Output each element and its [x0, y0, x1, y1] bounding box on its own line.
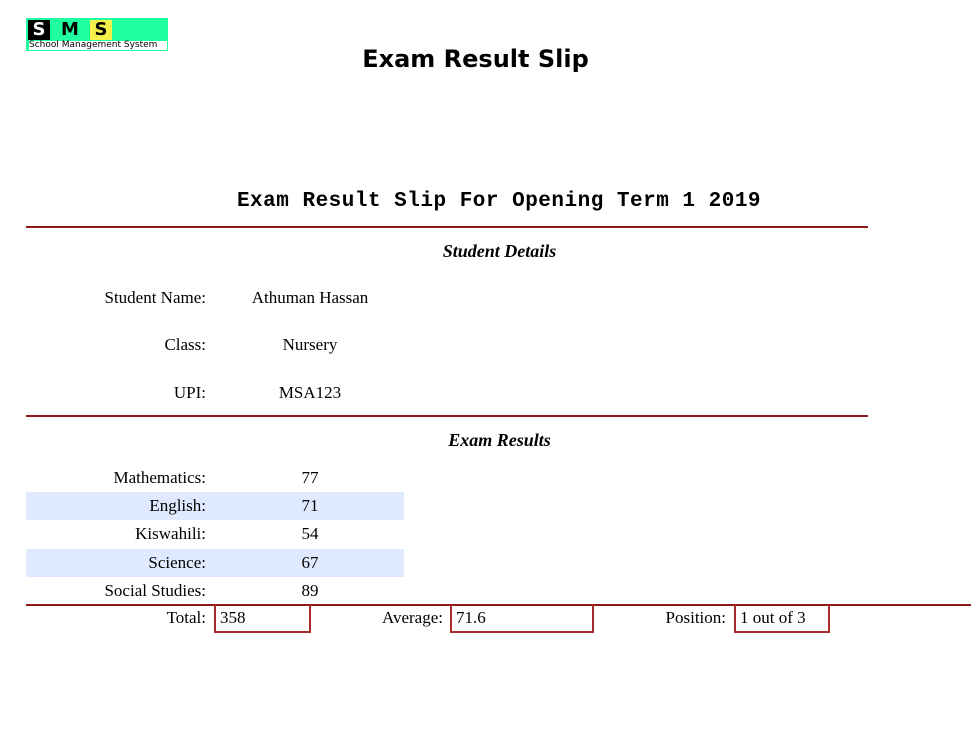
student-details-title: Student Details: [442, 241, 557, 261]
slip-heading: Exam Result Slip For Opening Term 1 2019: [236, 190, 762, 213]
section-divider: [26, 226, 868, 228]
page-title: Exam Result Slip: [362, 45, 589, 73]
average-label: Average:: [381, 608, 443, 627]
logo-letter-m: M: [59, 20, 81, 40]
upi-value: MSA123: [278, 383, 342, 402]
upi-label: UPI:: [173, 383, 206, 402]
subject-label: Mathematics:: [113, 468, 206, 487]
exam-results-title: Exam Results: [448, 430, 551, 450]
total-label: Total:: [166, 608, 206, 627]
subject-score: 67: [301, 553, 319, 572]
average-value: 71.6: [450, 605, 594, 633]
logo-letter-s2: S: [90, 20, 112, 40]
position-value: 1 out of 3: [734, 605, 830, 633]
class-label: Class:: [164, 335, 206, 354]
subject-label: Social Studies:: [104, 581, 206, 600]
subject-label: Kiswahili:: [135, 524, 206, 543]
student-name-label: Student Name:: [104, 288, 206, 307]
subject-score: 54: [301, 524, 319, 543]
subject-score: 71: [301, 496, 319, 515]
section-divider: [26, 415, 868, 417]
subject-label: English:: [149, 496, 206, 515]
position-label: Position:: [665, 608, 726, 627]
subject-label: Science:: [148, 553, 206, 572]
student-name-value: Athuman Hassan: [251, 288, 369, 307]
subject-score: 77: [301, 468, 319, 487]
subject-score: 89: [301, 581, 319, 600]
class-value: Nursery: [282, 335, 338, 354]
logo-letter-s: S: [28, 20, 50, 40]
total-value: 358: [214, 605, 311, 633]
